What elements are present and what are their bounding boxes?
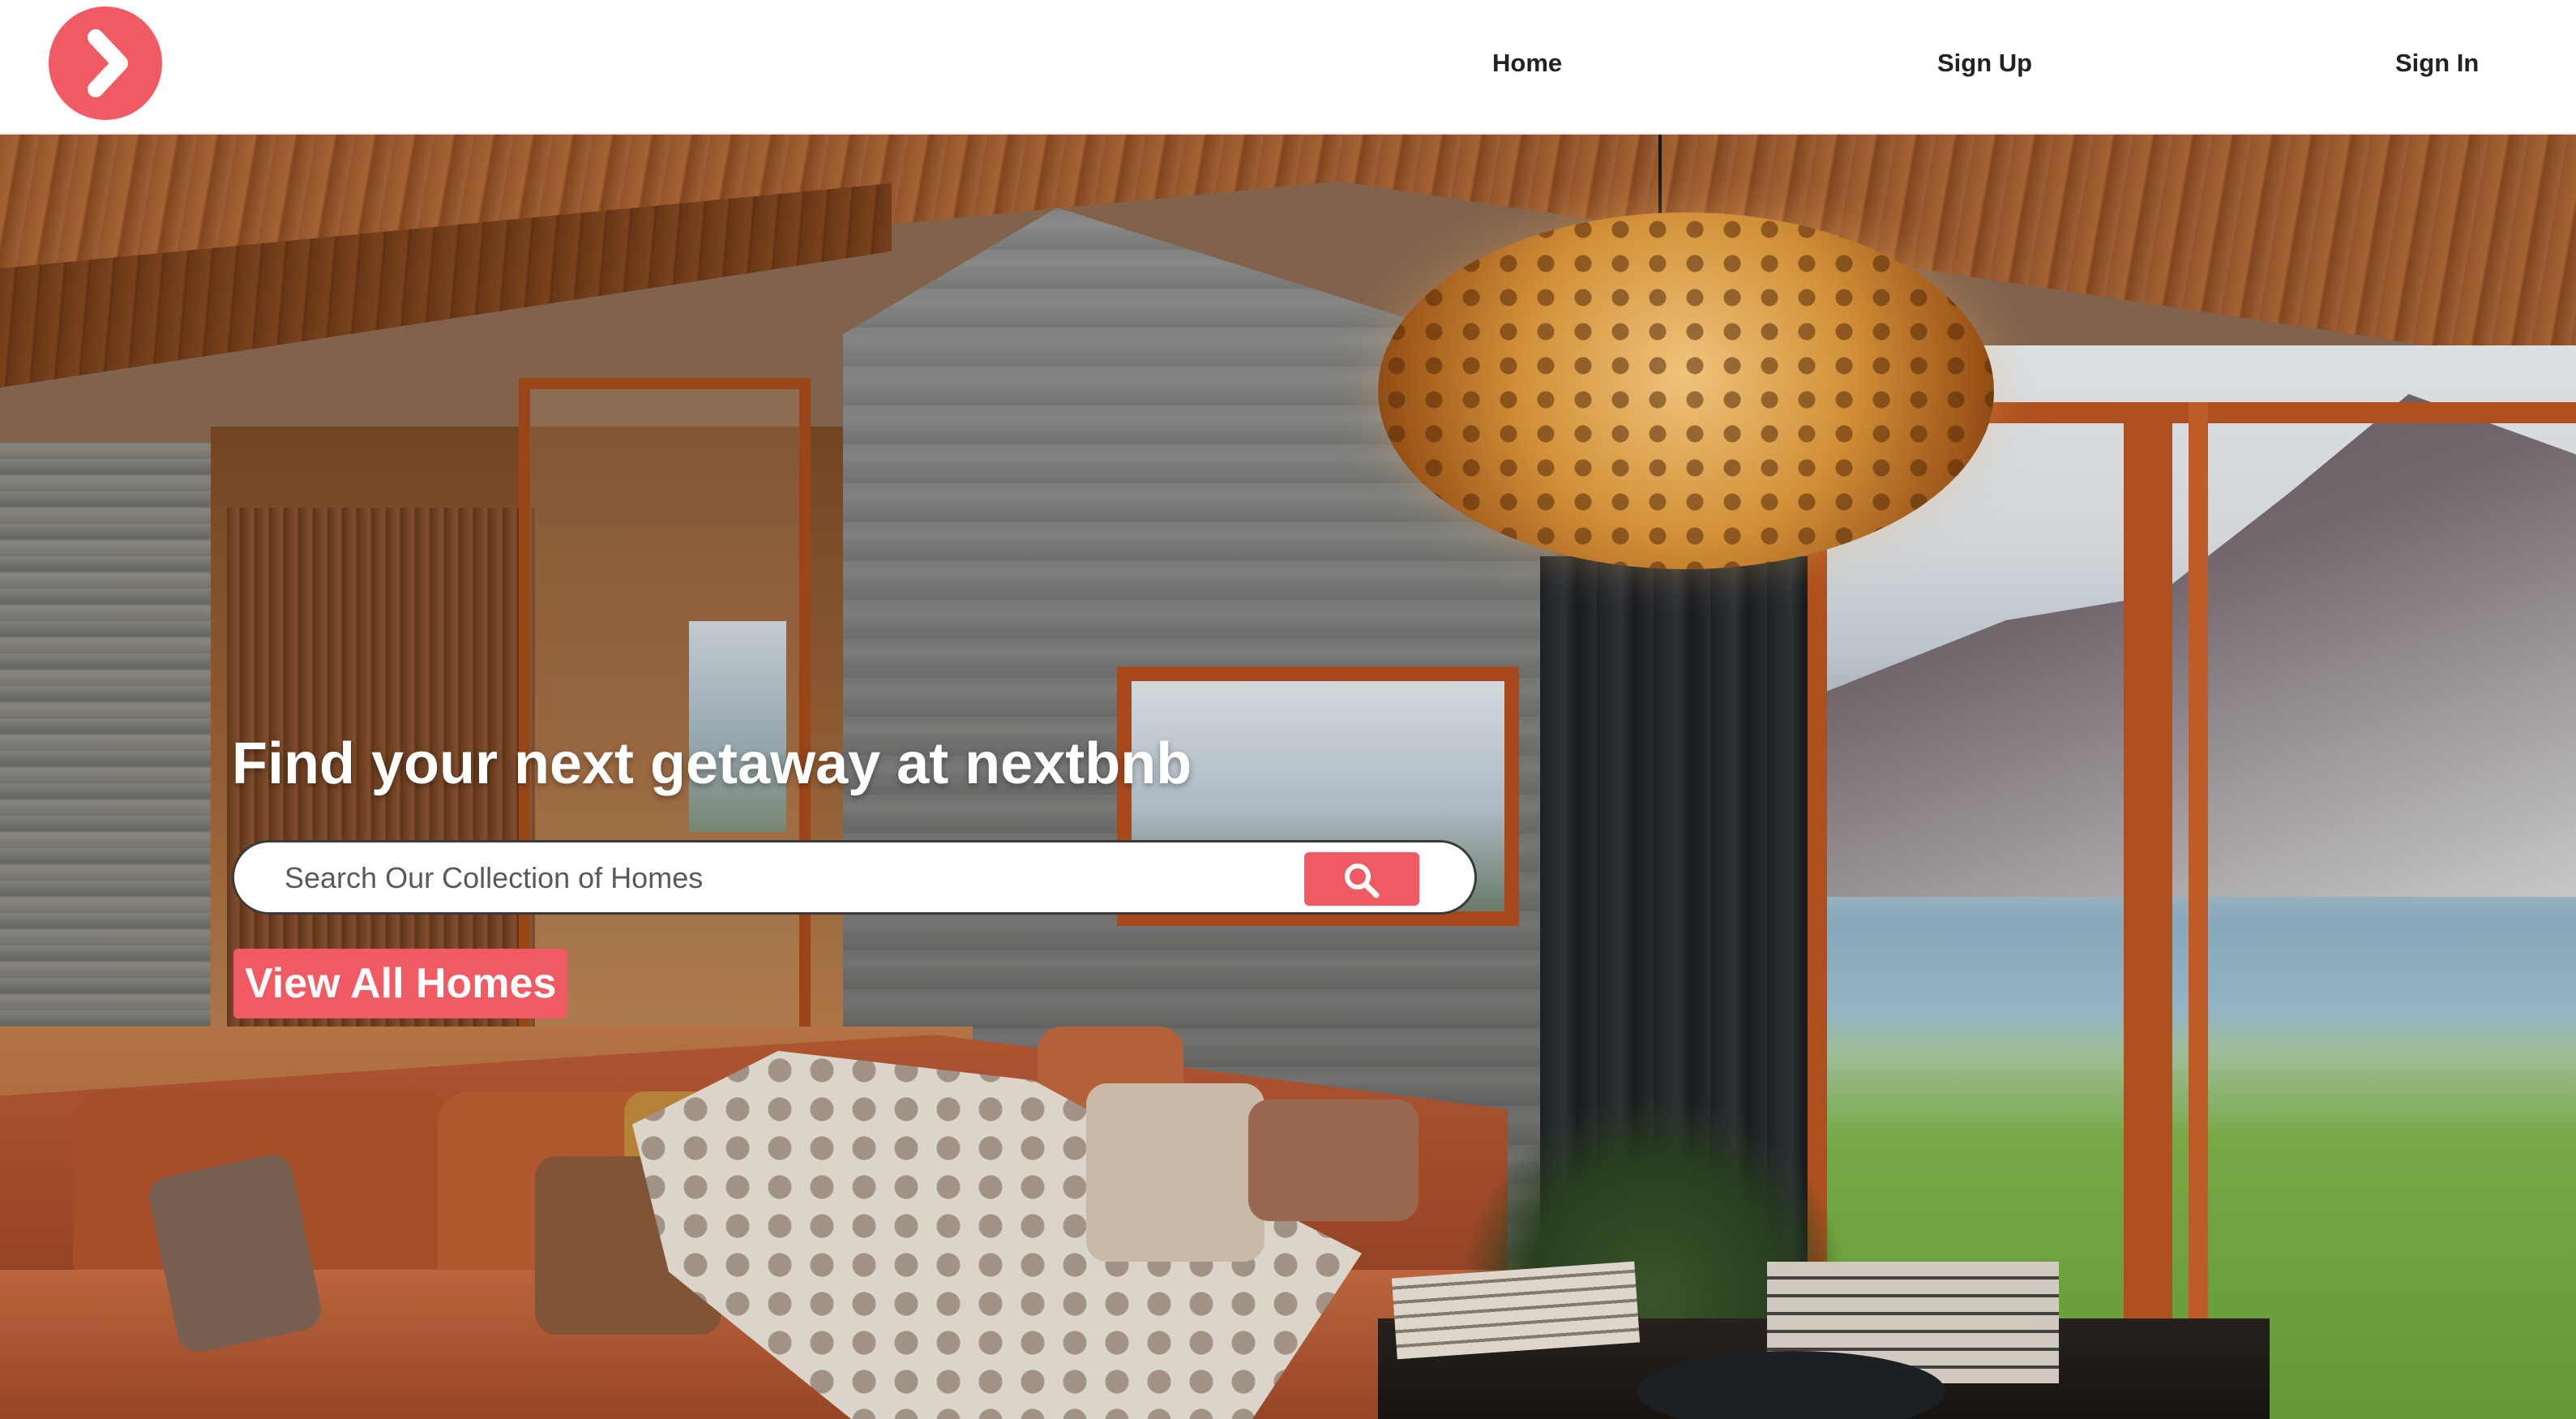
search-button[interactable] — [1304, 852, 1419, 906]
hero-title: Find your next getaway at nextbnb — [232, 731, 1192, 796]
view-all-homes-button[interactable]: View All Homes — [233, 949, 568, 1018]
logo-link[interactable] — [49, 6, 162, 120]
chevron-right-icon — [88, 29, 128, 97]
search-input[interactable] — [285, 854, 1257, 902]
nav-sign-in-link[interactable]: Sign In — [2395, 44, 2479, 83]
search-bar — [232, 840, 1477, 915]
top-navbar: Home Sign Up Sign In — [0, 0, 2576, 135]
nav-sign-up-link[interactable]: Sign Up — [1937, 44, 2032, 83]
nav-home-link[interactable]: Home — [1492, 44, 1562, 83]
search-icon — [1345, 864, 1380, 898]
